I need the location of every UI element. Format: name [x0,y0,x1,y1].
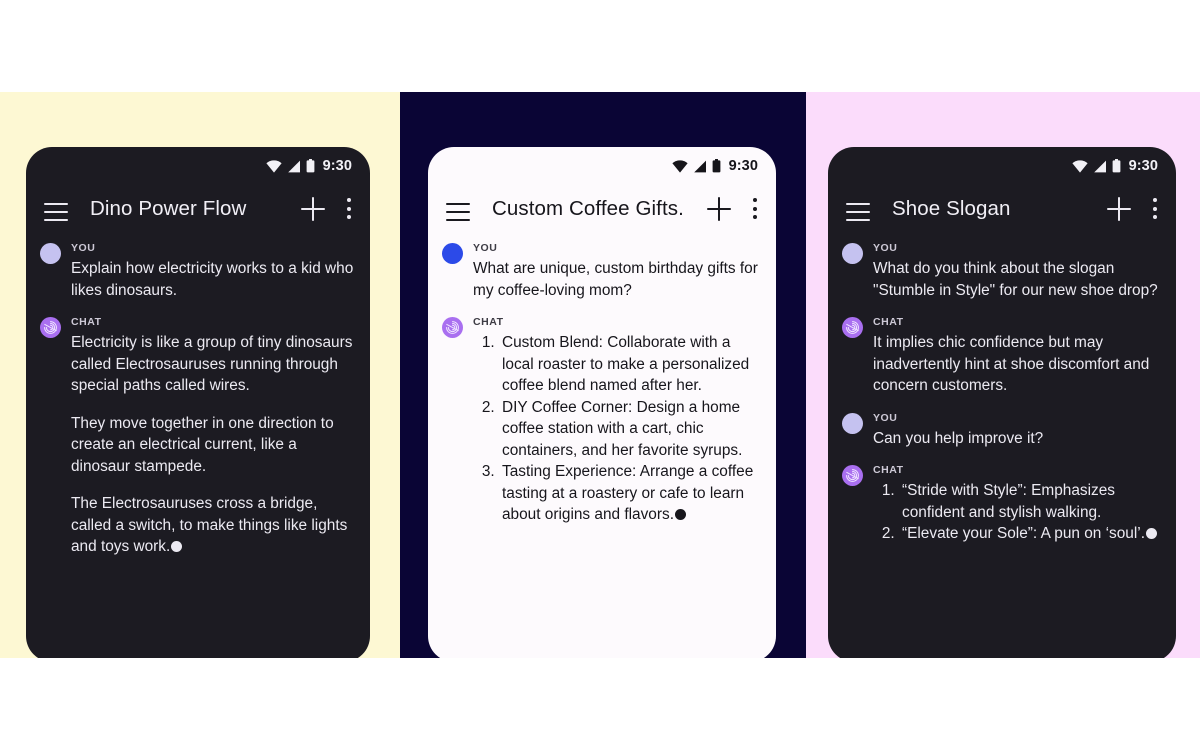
message-paragraph: What do you think about the slogan "Stum… [873,260,1158,299]
chat-message: CHAT Custom Blend: Collaborate with a lo… [442,315,762,526]
message-role-label: CHAT [473,316,504,328]
chat-message: CHAT Electricity is like a group of tiny… [40,315,356,558]
chat-message: CHAT “Stride with Style”: Emphasizes con… [842,463,1162,545]
chat-avatar-glyph [842,465,863,486]
message-paragraph: It implies chic confidence but may inadv… [873,334,1150,394]
chat-avatar-glyph [442,317,463,338]
message-role-label: YOU [873,242,898,254]
menu-icon[interactable] [44,200,68,222]
app-bar: Dino Power Flow [26,185,370,233]
plus-icon[interactable] [707,197,731,221]
chat-avatar [40,317,61,338]
message-body: YOU What do you think about the slogan "… [873,241,1162,301]
showcase-panel-2: 9:30 Custom Coffee Gifts. YOU What are u… [400,92,806,658]
status-clock: 9:30 [728,158,758,174]
message-body: CHAT Custom Blend: Collaborate with a lo… [473,315,762,526]
you-avatar [40,243,61,264]
message-paragraph: Explain how electricity works to a kid w… [71,260,354,299]
app-bar: Custom Coffee Gifts. [428,185,776,233]
list-item: Custom Blend: Collaborate with a local r… [499,332,762,397]
wifi-icon [1071,159,1088,173]
battery-icon [712,159,720,173]
page-title: Shoe Slogan [892,197,1011,220]
showcase-panel-1: 9:30 Dino Power Flow YOU Explain how ele… [0,92,400,658]
numbered-list: Custom Blend: Collaborate with a local r… [473,332,762,526]
status-clock: 9:30 [1128,158,1158,174]
message-role-label: YOU [71,242,96,254]
you-avatar [842,243,863,264]
phone-device-3: 9:30 Shoe Slogan YOU What do you think a… [828,147,1176,658]
menu-icon[interactable] [446,200,470,222]
message-paragraph: The Electrosauruses cross a bridge, call… [71,495,348,555]
wifi-icon [265,159,282,173]
message-role-label: CHAT [873,464,904,476]
page-title: Dino Power Flow [90,197,247,220]
menu-icon[interactable] [846,200,870,222]
typing-cursor-dot [1145,528,1157,539]
you-avatar-glyph [442,243,463,264]
panel-strip: 9:30 Dino Power Flow YOU Explain how ele… [0,92,1200,658]
wifi-icon [671,159,688,173]
you-avatar-glyph [842,412,863,434]
signal-icon [287,160,300,172]
you-avatar [842,412,863,434]
message-role-label: CHAT [71,316,102,328]
list-item: DIY Coffee Corner: Design a home coffee … [499,397,762,462]
chat-message: YOU What are unique, custom birthday gif… [442,241,762,301]
status-bar: 9:30 [26,147,370,185]
chat-avatar [842,465,863,486]
typing-cursor-dot [674,509,686,520]
you-avatar-glyph [842,243,863,264]
more-vert-icon[interactable] [347,198,352,220]
typing-cursor-dot [171,541,183,552]
message-body: CHAT “Stride with Style”: Emphasizes con… [873,463,1162,545]
status-bar: 9:30 [828,147,1176,185]
chat-message: YOU Explain how electricity works to a k… [40,241,356,301]
chat-message: YOU Can you help improve it? [842,411,1162,450]
status-bar: 9:30 [428,147,776,185]
showcase-panel-3: 9:30 Shoe Slogan YOU What do you think a… [806,92,1200,658]
message-body: YOU Can you help improve it? [873,411,1162,450]
conversation-list[interactable]: YOU What are unique, custom birthday gif… [428,233,776,658]
more-vert-icon[interactable] [1153,198,1158,220]
battery-icon [306,159,314,173]
signal-icon [693,160,706,172]
battery-icon [1112,159,1120,173]
list-item: “Elevate your Sole”: A pun on ‘soul’. [899,523,1162,545]
message-body: YOU Explain how electricity works to a k… [71,241,356,301]
message-body: CHAT Electricity is like a group of tiny… [71,315,356,558]
list-item: Tasting Experience: Arrange a coffee tas… [499,461,762,526]
page-title: Custom Coffee Gifts. [492,197,684,220]
plus-icon[interactable] [1107,197,1131,221]
message-paragraph: Electricity is like a group of tiny dino… [71,334,353,394]
phone-device-1: 9:30 Dino Power Flow YOU Explain how ele… [26,147,370,658]
message-paragraph: What are unique, custom birthday gifts f… [473,260,758,299]
message-role-label: YOU [873,411,898,424]
list-item: “Stride with Style”: Emphasizes confiden… [899,480,1162,523]
message-body: CHAT It implies chic confidence but may … [873,315,1162,397]
message-paragraph: Can you help improve it? [873,429,1044,447]
you-avatar-glyph [40,243,61,264]
message-role-label: YOU [473,242,498,254]
chat-avatar-glyph [40,317,61,338]
numbered-list: “Stride with Style”: Emphasizes confiden… [873,480,1162,545]
message-body: YOU What are unique, custom birthday gif… [473,241,762,301]
chat-avatar-glyph [842,317,863,338]
chat-avatar [442,317,463,338]
chat-message: CHAT It implies chic confidence but may … [842,315,1162,397]
you-avatar [442,243,463,264]
conversation-list[interactable]: YOU What do you think about the slogan "… [828,233,1176,658]
status-clock: 9:30 [322,158,352,174]
chat-message: YOU What do you think about the slogan "… [842,241,1162,301]
message-role-label: CHAT [873,316,904,328]
phone-device-2: 9:30 Custom Coffee Gifts. YOU What are u… [428,147,776,658]
chat-avatar [842,317,863,338]
plus-icon[interactable] [301,197,325,221]
message-paragraph: They move together in one direction to c… [71,414,334,475]
signal-icon [1093,160,1106,172]
more-vert-icon[interactable] [753,198,758,220]
conversation-list[interactable]: YOU Explain how electricity works to a k… [26,233,370,658]
app-bar: Shoe Slogan [828,185,1176,233]
